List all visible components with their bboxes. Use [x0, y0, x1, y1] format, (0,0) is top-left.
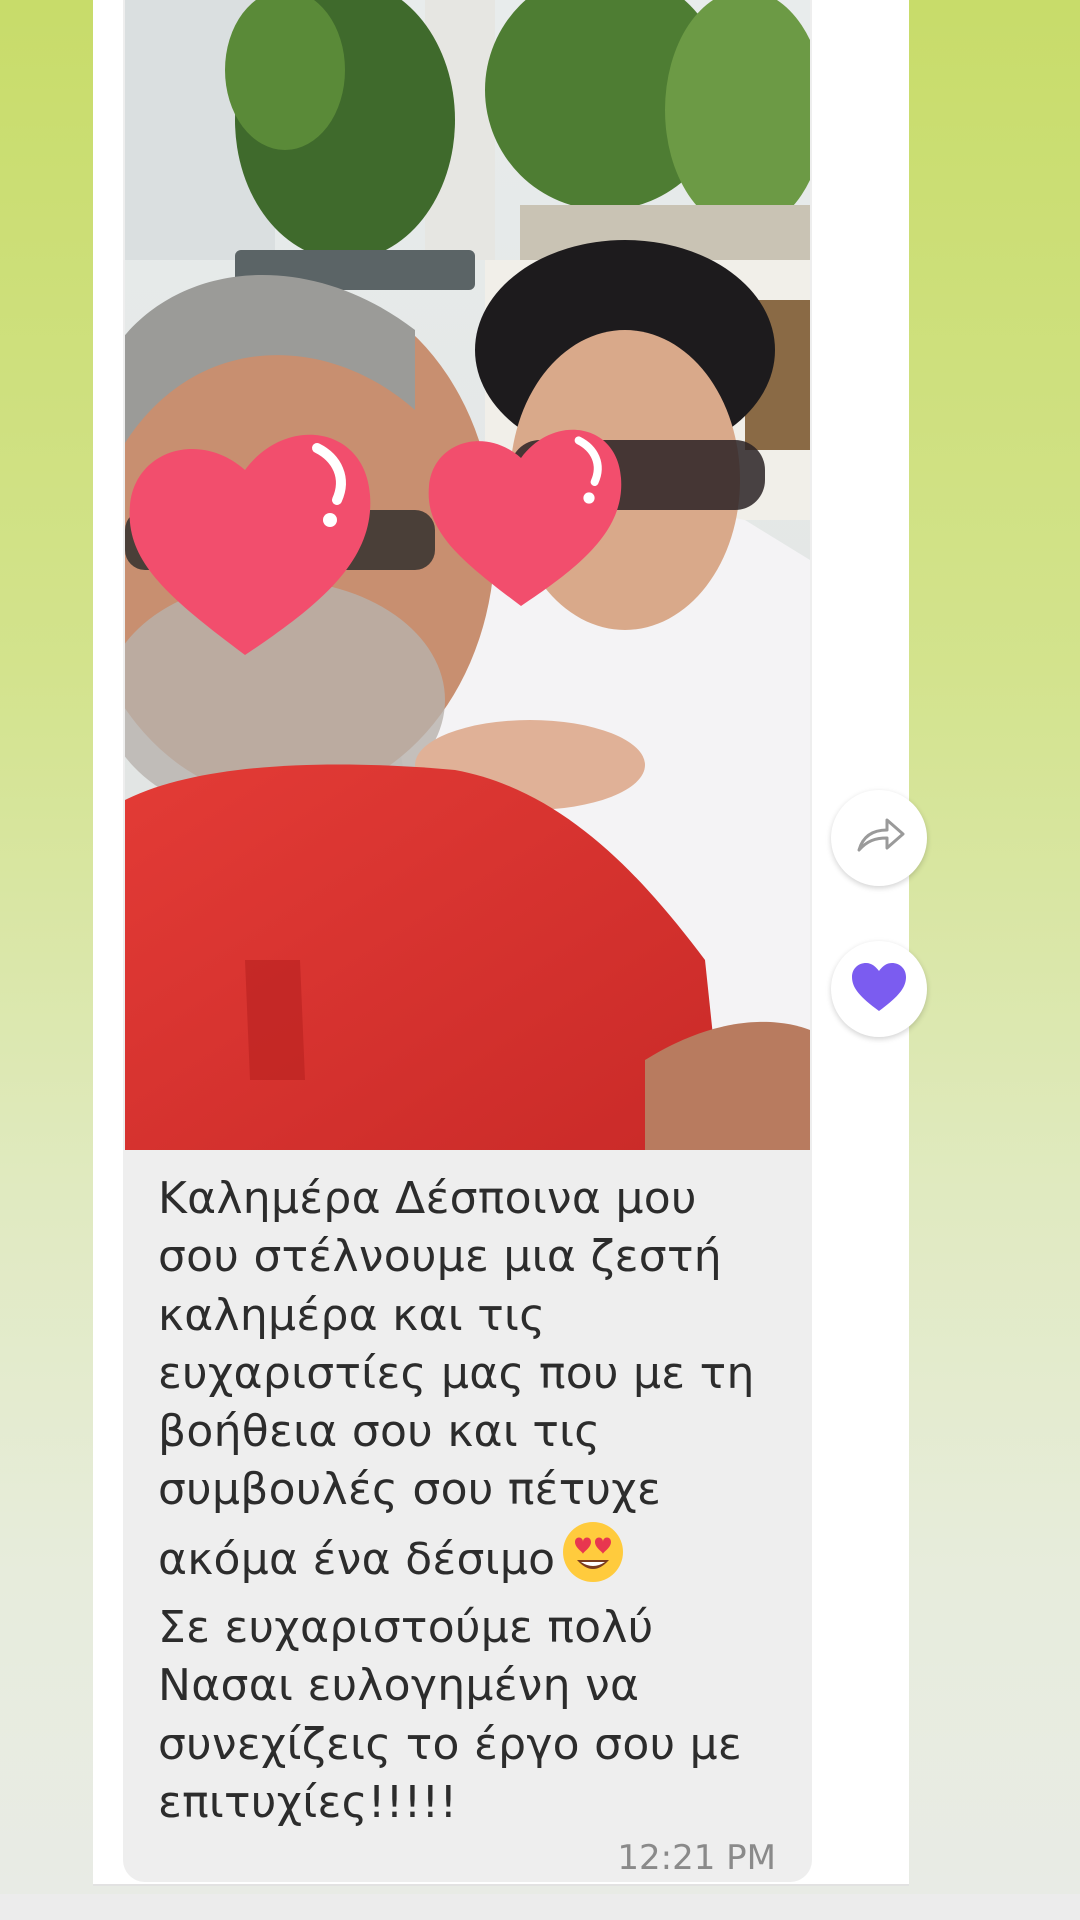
chat-divider [93, 1884, 909, 1886]
like-button[interactable] [831, 941, 927, 1037]
message-bubble[interactable]: Καλημέρα Δέσποινα μου σου στέλνουμε μια … [123, 0, 812, 1882]
photo-attachment[interactable] [125, 0, 810, 1150]
message-text: Καλημέρα Δέσποινα μου σου στέλνουμε μια … [158, 1170, 788, 1832]
share-button[interactable] [831, 790, 927, 886]
message-text-part2: Σε ευχαριστούμε πολύ Νασαι ευλογημένη να… [158, 1602, 743, 1828]
message-timestamp: 12:21 PM [617, 1838, 776, 1878]
bottom-system-strip [0, 1894, 1080, 1920]
photo-image [125, 0, 810, 1150]
share-arrow-icon [851, 816, 907, 860]
heart-icon [850, 961, 908, 1017]
message-text-part1: Καλημέρα Δέσποινα μου σου στέλνουμε μια … [158, 1173, 755, 1585]
heart-eyes-emoji-icon [561, 1520, 625, 1599]
